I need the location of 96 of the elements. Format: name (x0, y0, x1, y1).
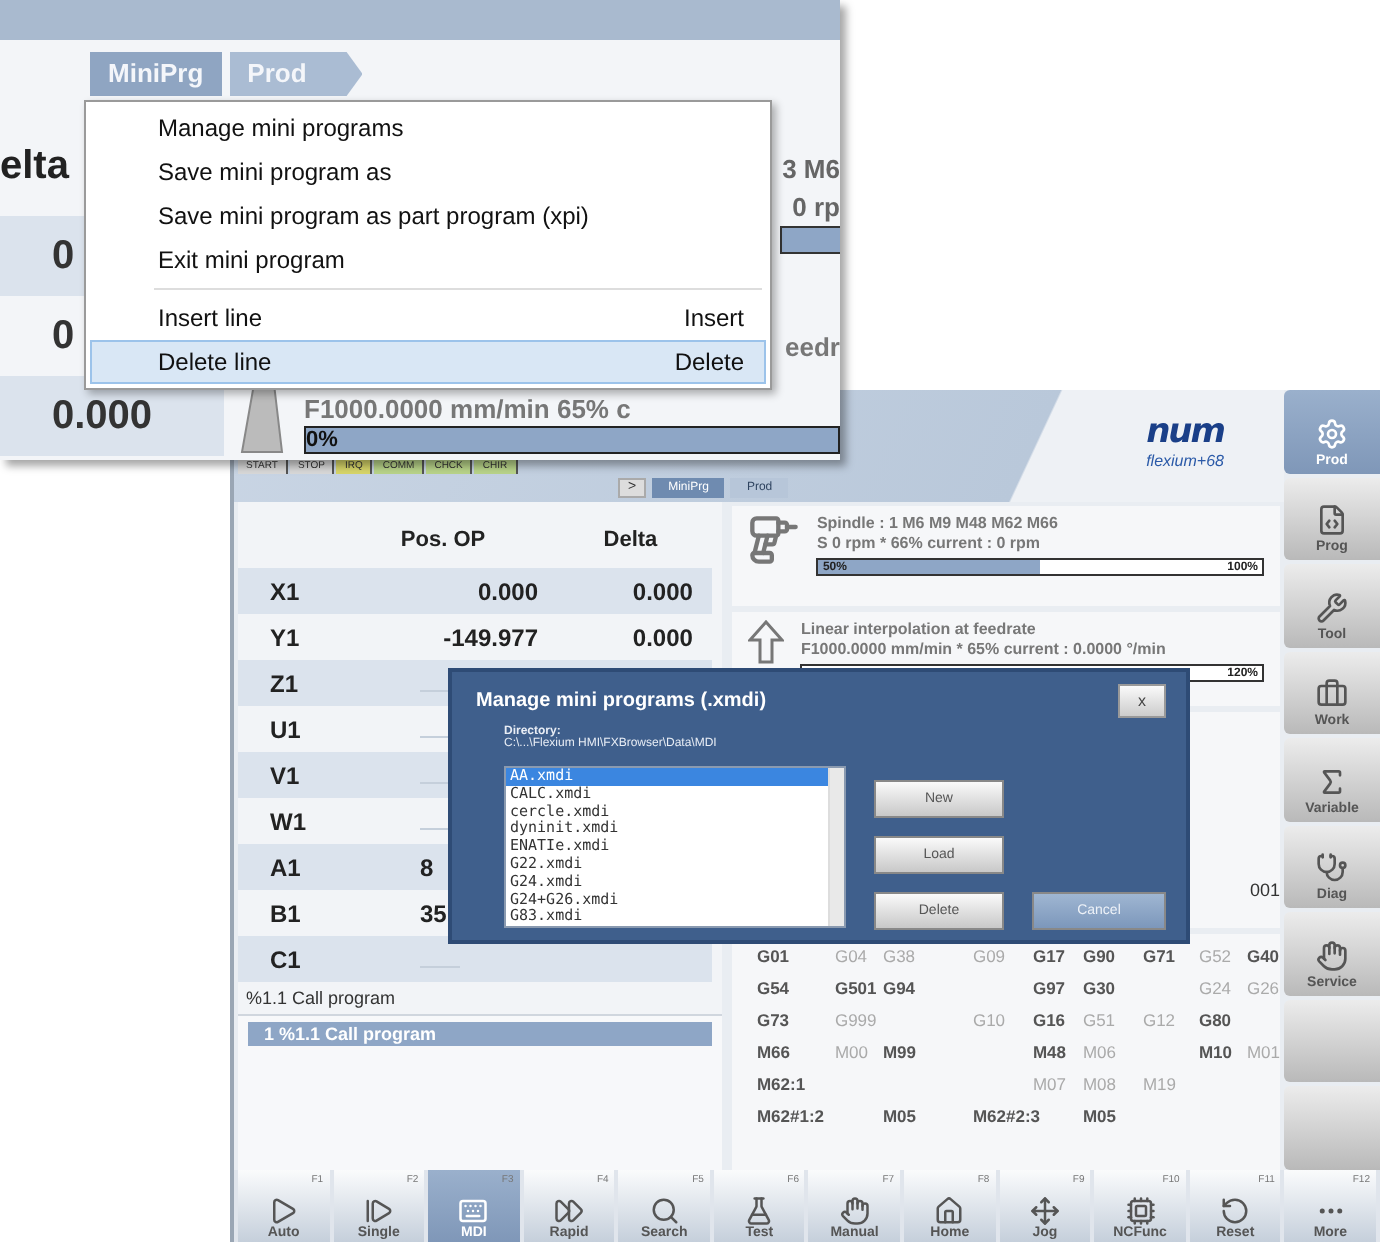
modal-code: M05 (1082, 1106, 1118, 1130)
dialog-title: Manage mini programs (.xmdi) (476, 690, 767, 712)
feed-text: Linear interpolation at feedrate (800, 620, 1038, 640)
scrollbar[interactable] (828, 768, 844, 926)
home-icon (934, 1196, 965, 1226)
logo-product: flexium+68 (1146, 452, 1224, 470)
modal-code: G10 (972, 1010, 1008, 1034)
close-button[interactable]: x (1118, 684, 1166, 718)
modal-code: G09 (972, 946, 1008, 970)
logo-brand: num (1146, 412, 1224, 452)
axis-label: C1 (268, 945, 303, 973)
delta-value: 0.000 (630, 623, 695, 651)
position-value: 0.000 (475, 577, 538, 605)
modal-code: G01 (756, 946, 792, 970)
hand-icon (839, 1196, 870, 1226)
modal-code: M66 (756, 1042, 792, 1066)
gear-icon (1316, 417, 1348, 449)
axis-label: U1 (268, 715, 303, 743)
axis-label: V1 (268, 761, 302, 789)
modal-code: G51 (1082, 1010, 1118, 1034)
feed-text: F1000.0000 mm/min * 65% current : 0.0000 °/min (800, 640, 1168, 660)
modal-code: M08 (1082, 1074, 1118, 1098)
modal-code: G71 (1142, 946, 1178, 970)
column-heading: elta (0, 142, 69, 192)
modal-code: M19 (1142, 1074, 1178, 1098)
axis-label: Z1 (268, 669, 301, 697)
keyboard-icon (458, 1196, 489, 1226)
arrow-up-icon (748, 620, 785, 664)
wrench-icon (1316, 591, 1348, 623)
stethoscope-icon (1316, 852, 1348, 884)
search-icon (649, 1196, 680, 1226)
modal-code: M62#1:2 (756, 1106, 827, 1130)
spindle-text: Spindle : 1 M6 M9 M48 M62 M66 (816, 514, 1060, 534)
modal-code: G26 (1246, 978, 1280, 1002)
shortcut-label: Delete (674, 348, 744, 376)
spindle-text: 3 M6 (782, 152, 840, 188)
modal-code: G501 (834, 978, 879, 1002)
axis-label: W1 (268, 807, 308, 835)
file-code-icon (1316, 504, 1348, 536)
feed-text: eedr (785, 330, 840, 364)
modal-code: G80 (1198, 1010, 1234, 1034)
menu-item[interactable]: Delete line Delete (90, 340, 766, 384)
drill-icon (748, 514, 801, 566)
spindle-text: 0 rp (792, 190, 840, 226)
modal-code: M48 (1032, 1042, 1068, 1066)
modal-code: G16 (1032, 1010, 1068, 1034)
modal-code: M05 (882, 1106, 918, 1130)
modal-code: G52 (1198, 946, 1234, 970)
modal-code: G24 (1198, 978, 1234, 1002)
modal-code: G73 (756, 1010, 792, 1034)
bar-label: 0% (306, 428, 338, 452)
step-forward-icon (363, 1196, 394, 1226)
axis-label: B1 (268, 899, 303, 927)
move-icon (1029, 1196, 1060, 1226)
axis-label: X1 (268, 577, 302, 605)
hand-icon (1316, 939, 1348, 971)
spindle-bar (780, 226, 840, 254)
modal-code: G40 (1246, 946, 1280, 970)
shortcut-label: Insert (683, 304, 744, 332)
modal-code: G97 (1032, 978, 1068, 1002)
chip-icon (1125, 1196, 1156, 1226)
feed-text: F1000.0000 mm/min 65% c (304, 392, 631, 426)
fast-forward-icon (554, 1196, 585, 1226)
modal-code: G30 (1082, 978, 1118, 1002)
menu-item[interactable]: Manage mini programs (90, 106, 766, 150)
position-value: -149.977 (441, 623, 538, 651)
modal-code: G17 (1032, 946, 1068, 970)
briefcase-icon (1316, 678, 1348, 710)
modal-code: G999 (834, 1010, 879, 1034)
program-title: %1.1 Call program (244, 986, 398, 1012)
column-heading: Delta (601, 527, 660, 551)
modal-code: G04 (834, 946, 870, 970)
rotate-icon (1220, 1196, 1251, 1226)
modal-code: M01 (1246, 1042, 1280, 1066)
column-heading: Pos. OP (398, 527, 488, 551)
sidebar-button[interactable] (1284, 1086, 1380, 1169)
modal-code: G90 (1082, 946, 1118, 970)
axis-label: Y1 (268, 623, 302, 651)
panel-value: 001 (1249, 880, 1280, 900)
modal-code: M99 (882, 1042, 918, 1066)
modal-code: G54 (756, 978, 792, 1002)
spindle-text: S 0 rpm * 66% current : 0 rpm (816, 534, 1043, 554)
play-icon (268, 1196, 299, 1226)
flask-icon (744, 1196, 775, 1226)
axis-label: A1 (268, 853, 303, 881)
menu-item[interactable]: Save mini program as (90, 150, 766, 194)
modal-code: M62:1 (756, 1074, 808, 1098)
modal-code: G38 (882, 946, 918, 970)
modal-code: M07 (1032, 1074, 1068, 1098)
sidebar-button[interactable] (1284, 999, 1380, 1082)
modal-code: M06 (1082, 1042, 1118, 1066)
delta-value: 0.000 (630, 577, 695, 605)
modal-code: M10 (1198, 1042, 1234, 1066)
modal-code: G94 (882, 978, 918, 1002)
modal-code: G12 (1142, 1010, 1178, 1034)
modal-code: M00 (834, 1042, 870, 1066)
